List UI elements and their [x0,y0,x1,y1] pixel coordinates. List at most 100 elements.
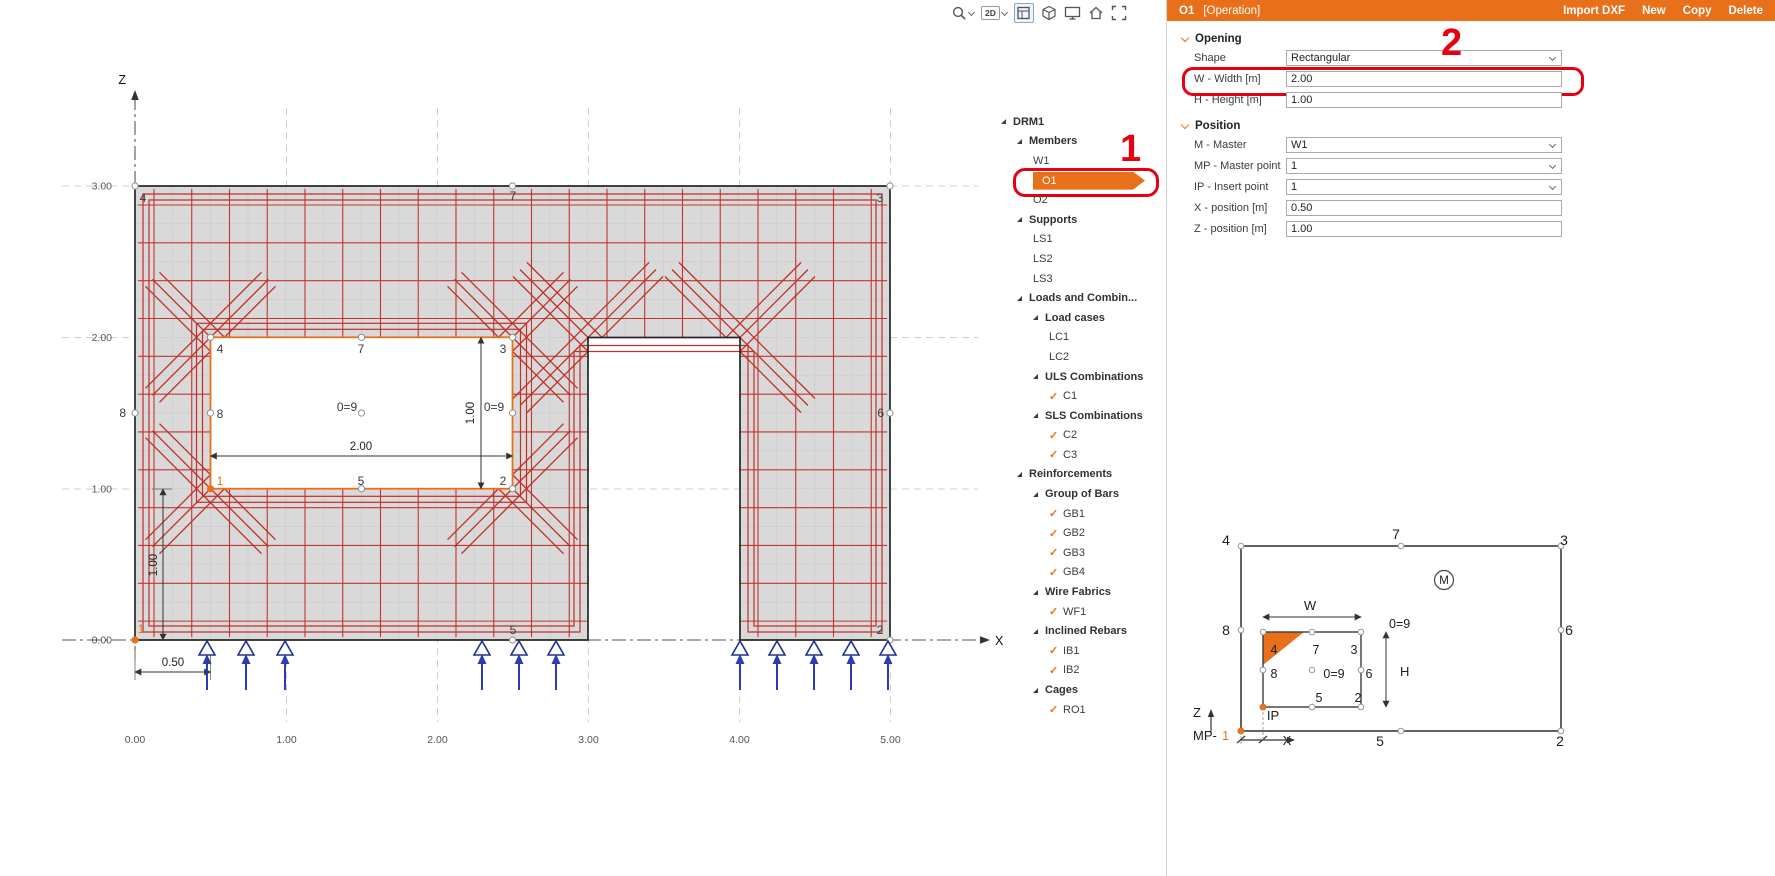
checkbox-checked-icon[interactable]: ✓ [1049,644,1063,657]
section-header-opening[interactable]: Opening [1182,33,1775,45]
checkbox-checked-icon[interactable]: ✓ [1049,448,1063,461]
tree-item-lc2[interactable]: LC2 [1000,347,1164,367]
tree-item-members[interactable]: Members [1000,132,1164,152]
checkbox-checked-icon[interactable]: ✓ [1049,605,1063,618]
tree-item-c2[interactable]: ✓C2 [1000,426,1164,446]
h-input[interactable] [1286,92,1562,108]
section-header-position[interactable]: Position [1182,120,1775,132]
insert-point-label: IP [1267,708,1279,723]
node-marker [509,410,515,416]
expand-icon[interactable] [1033,492,1045,497]
shape-dropdown[interactable]: Rectangular [1286,50,1562,66]
opening-position-diagram: 473865247386520=90=9MWHIPMP-1ZX [1167,520,1775,776]
expand-icon[interactable] [1033,688,1045,693]
property-label: X - position [m] [1194,202,1286,214]
checkbox-checked-icon[interactable]: ✓ [1049,703,1063,716]
tree-item-label: Loads and Combin... [1029,292,1137,304]
checkbox-checked-icon[interactable]: ✓ [1049,429,1063,442]
tree-item-sls-combinations[interactable]: SLS Combinations [1000,406,1164,426]
expand-icon[interactable] [1017,217,1029,222]
node-marker [358,334,364,340]
wall-node-label: 8 [119,406,126,420]
view-mode-select[interactable]: 2D [981,6,1007,20]
tree-item-label: Wire Fabrics [1045,586,1111,598]
properties-panel: O1 [Operation] Import DXFNewCopyDelete O… [1166,0,1775,876]
tree-item-ls1[interactable]: LS1 [1000,230,1164,250]
tree-item-gb4[interactable]: ✓GB4 [1000,563,1164,583]
checkbox-checked-icon[interactable]: ✓ [1049,390,1063,403]
mp-dropdown[interactable]: 1 [1286,158,1562,174]
opening-node-label: 5 [358,474,365,488]
checkbox-checked-icon[interactable]: ✓ [1049,507,1063,520]
tree-item-ls3[interactable]: LS3 [1000,269,1164,289]
expand-icon[interactable] [1033,374,1045,379]
copy-button[interactable]: Copy [1683,5,1712,17]
checkbox-checked-icon[interactable]: ✓ [1049,527,1063,540]
tree-item-loads-and-combin-[interactable]: Loads and Combin... [1000,288,1164,308]
tree-item-o2[interactable]: O2 [1000,190,1164,210]
tree-item-ib1[interactable]: ✓IB1 [1000,641,1164,661]
tree-item-ib2[interactable]: ✓IB2 [1000,661,1164,681]
tree-item-c1[interactable]: ✓C1 [1000,386,1164,406]
expand-icon[interactable] [1017,472,1029,477]
m-dropdown[interactable]: W1 [1286,137,1562,153]
tree-item-gb3[interactable]: ✓GB3 [1000,543,1164,563]
chevron-down-icon [1549,53,1556,60]
search-icon [952,6,967,21]
selected-item-banner: O1 [1033,172,1145,190]
expand-icon[interactable] [1017,296,1029,301]
axonometry-button[interactable] [1041,5,1057,21]
tree-item-wf1[interactable]: ✓WF1 [1000,602,1164,622]
node-marker [509,637,515,643]
tree-item-label: WF1 [1063,606,1086,618]
ip-dropdown[interactable]: 1 [1286,179,1562,195]
opening-node-label: 7 [358,342,365,356]
expand-icon[interactable] [1017,139,1029,144]
node-marker [207,334,213,340]
zoom-tool-button[interactable] [952,6,974,21]
tree-item-w1[interactable]: W1 [1000,151,1164,171]
tree-item-supports[interactable]: Supports [1000,210,1164,230]
import-dxf-button[interactable]: Import DXF [1563,5,1625,17]
expand-icon[interactable] [1033,629,1045,634]
tree-item-c3[interactable]: ✓C3 [1000,445,1164,465]
tree-item-ro1[interactable]: ✓RO1 [1000,700,1164,720]
tree-item-gb1[interactable]: ✓GB1 [1000,504,1164,524]
fullscreen-button[interactable] [1111,5,1127,21]
tree-item-gb2[interactable]: ✓GB2 [1000,523,1164,543]
checkbox-checked-icon[interactable]: ✓ [1049,664,1063,677]
tree-item-uls-combinations[interactable]: ULS Combinations [1000,367,1164,387]
tree-item-lc1[interactable]: LC1 [1000,328,1164,348]
w-input[interactable] [1286,71,1562,87]
expand-icon[interactable] [1033,413,1045,418]
delete-button[interactable]: Delete [1728,5,1763,17]
tree-item-label: GB1 [1063,508,1085,520]
tree-item-cages[interactable]: Cages [1000,680,1164,700]
expand-icon[interactable] [1033,315,1045,320]
z-input[interactable] [1286,221,1562,237]
expand-icon[interactable] [1033,590,1045,595]
tree-item-inclined-rebars[interactable]: Inclined Rebars [1000,621,1164,641]
tree-item-wire-fabrics[interactable]: Wire Fabrics [1000,582,1164,602]
presentation-button[interactable] [1064,5,1081,21]
tree-item-drm1[interactable]: DRM1 [1000,112,1164,132]
tree-item-reinforcements[interactable]: Reinforcements [1000,465,1164,485]
checkbox-checked-icon[interactable]: ✓ [1049,546,1063,559]
opening-node-label: 8 [217,407,224,421]
new-button[interactable]: New [1642,5,1666,17]
opening-node-label: 1 [217,474,224,488]
tree-item-load-cases[interactable]: Load cases [1000,308,1164,328]
tree-item-o1[interactable]: O1 [1000,171,1164,191]
x-axis-tick: 3.00 [578,734,599,746]
property-label: Z - position [m] [1194,223,1286,235]
drawing-canvas[interactable]: 0.001.002.003.004.005.000.001.002.003.00… [0,0,1165,876]
home-view-button[interactable] [1088,5,1104,21]
plan-view-button[interactable] [1014,3,1034,23]
tree-item-label: LS3 [1033,273,1053,285]
x-input[interactable] [1286,200,1562,216]
expand-icon[interactable] [1001,119,1013,124]
property-label: M - Master [1194,139,1286,151]
tree-item-group-of-bars[interactable]: Group of Bars [1000,484,1164,504]
checkbox-checked-icon[interactable]: ✓ [1049,566,1063,579]
tree-item-ls2[interactable]: LS2 [1000,249,1164,269]
